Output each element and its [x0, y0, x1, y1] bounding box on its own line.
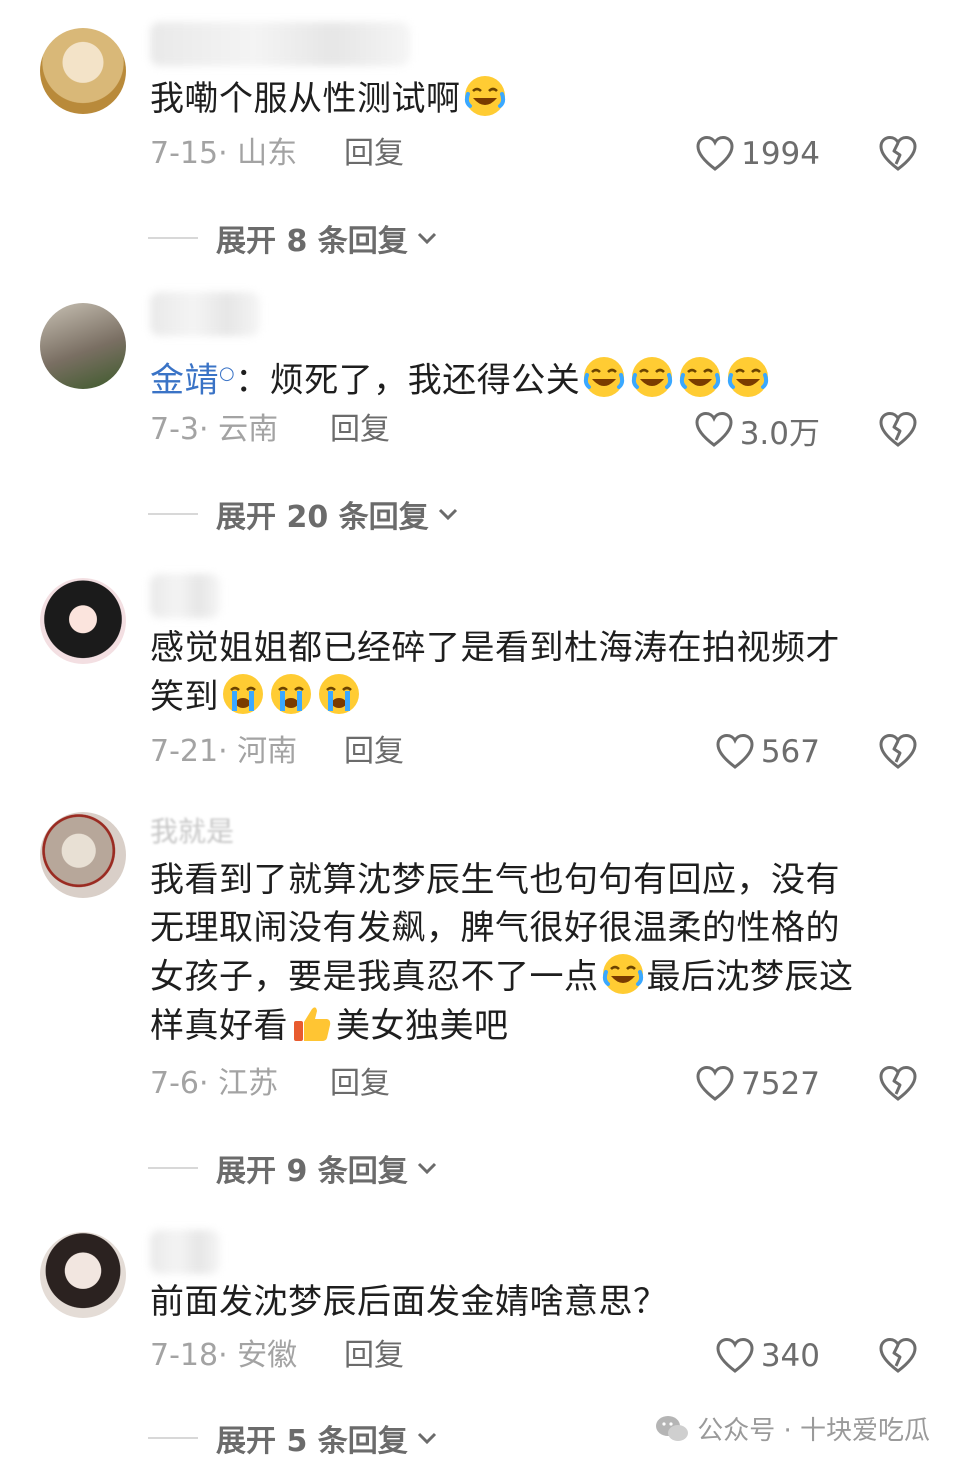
- chevron-down-icon: [438, 508, 457, 521]
- laughing-crying-emoji-icon: [678, 355, 722, 399]
- broken-heart-icon[interactable]: [878, 132, 918, 176]
- username-blurred[interactable]: [150, 574, 220, 618]
- watermark: 公众号 · 十块爱吃瓜: [655, 1410, 930, 1447]
- avatar[interactable]: [40, 1232, 126, 1318]
- divider-line: [148, 237, 198, 239]
- broken-heart-icon[interactable]: [878, 1334, 918, 1378]
- expand-replies-button[interactable]: 展开 20 条回复: [148, 492, 463, 536]
- avatar[interactable]: [40, 812, 126, 898]
- avatar[interactable]: [40, 28, 126, 114]
- comment-meta: 7-3· 云南: [150, 412, 279, 447]
- wechat-icon: [656, 1415, 689, 1441]
- comment-location: 山东: [237, 136, 298, 171]
- chevron-down-icon: [417, 1432, 436, 1445]
- comment-date: 7-6: [150, 1066, 199, 1101]
- comment-text: 感觉姐姐都已经碎了是看到杜海涛在拍视频才 笑到: [150, 628, 840, 717]
- comment-text: 前面发沈梦辰后面发金婧啥意思？: [150, 1282, 668, 1322]
- username-blurred[interactable]: [150, 1230, 220, 1274]
- like-count: 340: [760, 1338, 820, 1374]
- reply-button[interactable]: 回复: [344, 132, 404, 176]
- broken-heart-icon[interactable]: [878, 730, 918, 774]
- like-button[interactable]: 340: [715, 1334, 820, 1378]
- heart-icon: [715, 732, 755, 772]
- reply-button[interactable]: 回复: [330, 1062, 390, 1106]
- avatar[interactable]: [40, 303, 126, 389]
- thumbs-up-emoji-icon: [290, 1001, 334, 1045]
- broken-heart-icon[interactable]: [878, 1062, 918, 1106]
- expand-replies-button[interactable]: 展开 9 条回复: [148, 1146, 442, 1190]
- mention-link[interactable]: 金靖: [150, 360, 219, 400]
- comment-text: 金靖○：烦死了，我还得公关: [150, 350, 920, 404]
- comment-location: 安徽: [237, 1338, 298, 1373]
- heart-icon: [695, 134, 735, 174]
- divider-line: [148, 1437, 198, 1439]
- username-blurred[interactable]: [150, 292, 260, 336]
- comment-meta: 7-6· 江苏: [150, 1066, 279, 1101]
- like-count: 567: [760, 734, 820, 770]
- watermark-text: 公众号 · 十块爱吃瓜: [697, 1416, 930, 1446]
- reply-button[interactable]: 回复: [344, 730, 404, 774]
- laughing-crying-emoji-icon: [601, 952, 645, 996]
- laughing-crying-emoji-icon: [726, 355, 770, 399]
- comment-date: 7-15: [150, 136, 219, 171]
- comment-date: 7-18: [150, 1338, 219, 1373]
- comment-text: 我看到了就算沈梦辰生气也句句有回应，没有 无理取闹没有发飙，脾气很好很温柔的性格…: [150, 860, 854, 1046]
- comment-text: 我嘞个服从性测试啊: [150, 74, 920, 123]
- username-blurred[interactable]: [150, 22, 410, 66]
- like-button[interactable]: 3.0万: [694, 408, 820, 452]
- username[interactable]: 我就是: [150, 810, 234, 850]
- comment-date: 7-3: [150, 412, 199, 447]
- comment-location: 河南: [237, 734, 298, 769]
- reply-button[interactable]: 回复: [344, 1334, 404, 1378]
- heart-icon: [695, 1064, 735, 1104]
- crying-emoji-icon: [317, 672, 361, 716]
- comment-meta: 7-18· 安徽: [150, 1338, 298, 1373]
- laughing-crying-emoji-icon: [630, 355, 674, 399]
- laughing-crying-emoji-icon: [582, 355, 626, 399]
- comment-date: 7-21: [150, 734, 219, 769]
- crying-emoji-icon: [269, 672, 313, 716]
- broken-heart-icon[interactable]: [878, 408, 918, 452]
- comment-location: 江苏: [218, 1066, 279, 1101]
- like-count: 7527: [741, 1066, 820, 1102]
- like-button[interactable]: 1994: [695, 132, 820, 176]
- laughing-crying-emoji-icon: [463, 74, 507, 118]
- divider-line: [148, 1167, 198, 1169]
- search-icon: ○: [219, 363, 236, 384]
- comment-meta: 7-15· 山东: [150, 136, 298, 171]
- crying-emoji-icon: [221, 672, 265, 716]
- avatar[interactable]: [40, 578, 126, 664]
- heart-icon: [715, 1336, 755, 1376]
- reply-button[interactable]: 回复: [330, 408, 390, 452]
- like-count: 1994: [741, 136, 820, 172]
- like-count: 3.0万: [739, 415, 820, 452]
- divider-line: [148, 513, 198, 515]
- heart-icon: [694, 410, 734, 450]
- like-button[interactable]: 7527: [695, 1062, 820, 1106]
- expand-replies-button[interactable]: 展开 8 条回复: [148, 216, 442, 260]
- chevron-down-icon: [417, 232, 436, 245]
- comment-location: 云南: [218, 412, 279, 447]
- chevron-down-icon: [417, 1162, 436, 1175]
- like-button[interactable]: 567: [715, 730, 820, 774]
- comment-meta: 7-21· 河南: [150, 734, 298, 769]
- expand-replies-button[interactable]: 展开 5 条回复: [148, 1416, 442, 1460]
